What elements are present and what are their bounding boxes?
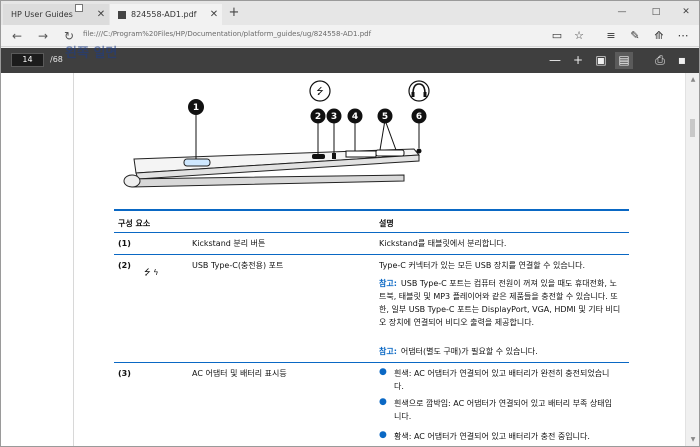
bullet-marker: ● — [379, 367, 387, 377]
table-top-rule — [114, 209, 629, 211]
scroll-thumb[interactable] — [690, 119, 695, 137]
tab-strip: HP User Guides ✕ 824558-AD1.pdf ✕ + — □ … — [1, 1, 699, 25]
new-tab-button[interactable]: + — [226, 5, 242, 21]
header-rule — [114, 232, 629, 233]
page-heading-overlap: 왼쪽 일면 — [65, 46, 118, 61]
row-1-number: (1) — [118, 239, 131, 248]
callout-3: 3 — [326, 108, 342, 124]
note-text: USB Type-C 포트는 컴퓨터 전원이 꺼져 있을 때도 휴대전화, 노트… — [379, 279, 621, 327]
back-icon[interactable]: ← — [9, 28, 25, 44]
tab-pdf[interactable]: 824558-AD1.pdf ✕ — [110, 4, 222, 25]
note-text: 어댑터(별도 구매)가 필요할 수 있습니다. — [400, 347, 538, 356]
hub-icon[interactable]: ≡ — [603, 28, 619, 44]
row-rule — [114, 254, 629, 255]
svg-text:⭍: ⭍ — [316, 86, 324, 97]
page-count: /68 — [50, 55, 63, 64]
note-label: 참고: — [379, 279, 397, 288]
bullet-marker: ● — [379, 397, 387, 407]
row-1-name: Kickstand 분리 버튼 — [192, 239, 266, 248]
row-3-name: AC 어댑터 및 배터리 표시등 — [192, 369, 287, 378]
callout-1: 1 — [188, 99, 204, 115]
row-2-note-2: 참고: 어댑터(별도 구매)가 필요할 수 있습니다. — [379, 345, 621, 358]
row-3-bullet-1: 흰색: AC 어댑터가 연결되어 있고 배터리가 완전히 충전되었습니다. — [394, 369, 610, 391]
row-2-description: Type-C 커넥터가 있는 모든 USB 장치를 연결할 수 있습니다. — [379, 261, 585, 270]
page-icon — [75, 4, 83, 12]
usb-charge-icon: ⭍ ϟ — [144, 268, 159, 277]
row-3-bullet-2: 흰색으로 깜박임: AC 어댑터가 연결되어 있고 배터리 부족 상태입니다. — [394, 399, 612, 421]
tab-title: 824558-AD1.pdf — [131, 10, 197, 19]
scroll-up-icon[interactable]: ▲ — [688, 75, 698, 85]
row-3-number: (3) — [118, 369, 131, 378]
callout-5: 5 — [377, 108, 393, 124]
svg-text:6: 6 — [416, 112, 422, 122]
maximize-button[interactable]: □ — [647, 5, 665, 19]
share-icon[interactable]: ⟰ — [651, 28, 667, 44]
note-label: 참고: — [379, 347, 397, 356]
svg-text:3: 3 — [331, 112, 337, 122]
row-2-note-1: 참고: USB Type-C 포트는 컴퓨터 전원이 꺼져 있을 때도 휴대전화,… — [379, 277, 621, 329]
callout-6: 6 — [411, 108, 427, 124]
web-note-icon[interactable]: ✎ — [627, 28, 643, 44]
close-icon[interactable]: ✕ — [93, 9, 109, 20]
print-icon[interactable]: ⎙ — [651, 52, 669, 69]
row-3-bullet-3: 황색: AC 어댑터가 연결되어 있고 배터리가 충전 중입니다. — [394, 432, 590, 441]
fit-page-icon[interactable]: ▣ — [592, 52, 610, 69]
row-1-description: Kickstand를 태블릿에서 분리합니다. — [379, 239, 507, 248]
more-icon[interactable]: ⋯ — [675, 28, 691, 44]
header-description: 설명 — [379, 219, 394, 228]
pdf-page: ⭍ 1 2 3 4 5 6 구성 요소 설명 (1) Kickstand 분리 … — [73, 73, 688, 446]
tab-hp-user-guides[interactable]: HP User Guides ✕ — [3, 4, 109, 25]
svg-text:2: 2 — [315, 112, 321, 122]
callout-4: 4 — [347, 108, 363, 124]
row-rule — [114, 362, 629, 363]
svg-text:5: 5 — [382, 112, 388, 122]
browser-window: HP User Guides ✕ 824558-AD1.pdf ✕ + — □ … — [0, 0, 700, 447]
forward-icon[interactable]: → — [35, 28, 51, 44]
scroll-down-icon[interactable]: ▼ — [688, 435, 698, 445]
address-field[interactable]: file:///C:/Program%20Files/HP/Documentat… — [83, 30, 371, 38]
zoom-in-icon[interactable]: + — [569, 52, 587, 69]
reading-view-icon[interactable]: ▭ — [549, 28, 565, 44]
page-number-input[interactable]: 14 — [11, 53, 44, 67]
save-icon[interactable]: ▪ — [673, 52, 691, 69]
pdf-icon — [118, 10, 126, 19]
svg-text:1: 1 — [193, 103, 199, 113]
vertical-scrollbar[interactable]: ▲ ▼ — [685, 73, 699, 446]
page-view-icon[interactable]: ▤ — [615, 52, 633, 69]
pdf-viewer[interactable]: ⭍ 1 2 3 4 5 6 구성 요소 설명 (1) Kickstand 분리 … — [1, 73, 699, 446]
close-window-button[interactable]: ✕ — [677, 5, 695, 19]
svg-text:4: 4 — [352, 112, 358, 122]
header-component: 구성 요소 — [118, 219, 151, 228]
bullet-marker: ● — [379, 430, 387, 440]
minimize-button[interactable]: — — [613, 5, 631, 19]
tablet-side-illustration: ⭍ 1 2 3 4 5 6 — [123, 80, 430, 188]
row-2-name: USB Type-C(충전용) 포트 — [192, 261, 284, 270]
close-icon[interactable]: ✕ — [206, 9, 222, 20]
callout-2: 2 — [310, 108, 326, 124]
zoom-out-icon[interactable]: — — [546, 52, 564, 69]
row-2-number: (2) — [118, 261, 131, 270]
favorite-star-icon[interactable]: ☆ — [571, 28, 587, 44]
